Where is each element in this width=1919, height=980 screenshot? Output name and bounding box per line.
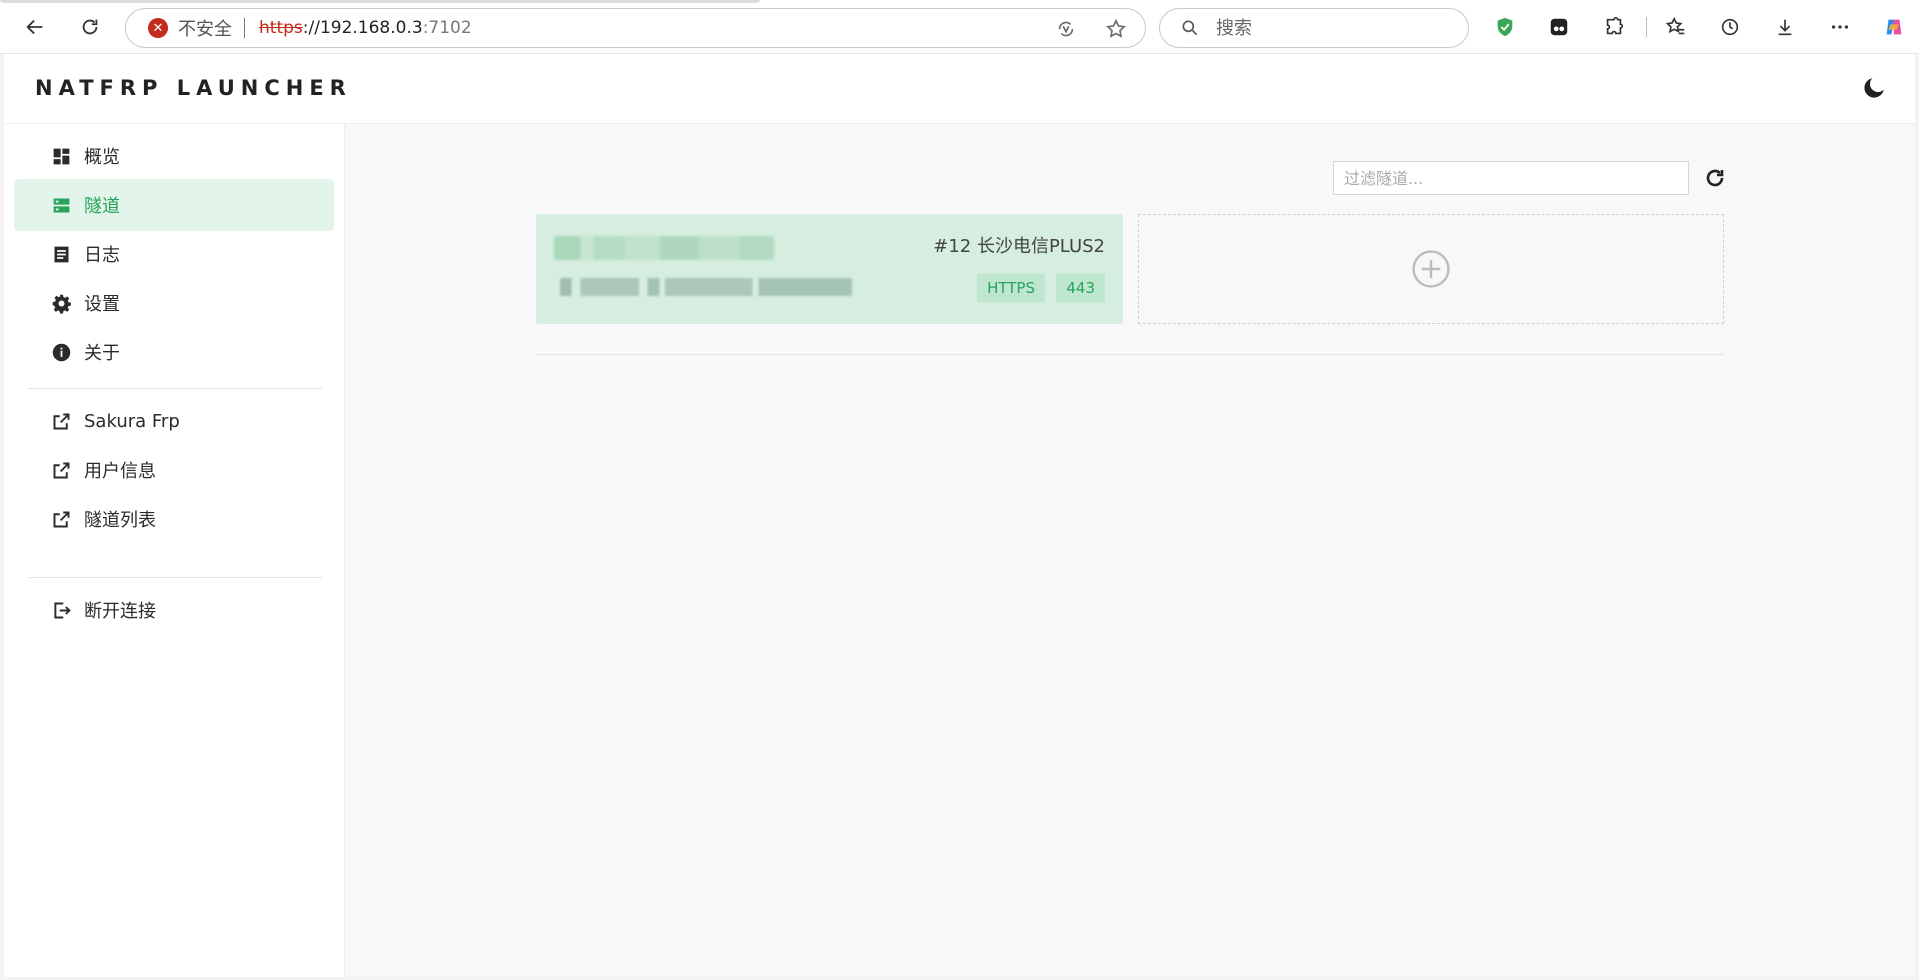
refresh-icon — [1706, 169, 1724, 187]
url-port: :7102 — [422, 18, 472, 38]
back-button[interactable] — [20, 12, 50, 42]
sidebar-item-tunnels[interactable]: 隧道 — [14, 179, 334, 231]
sidebar-link-user-info[interactable]: 用户信息 — [14, 444, 334, 496]
insecure-warning-icon: ✕ — [148, 18, 168, 38]
insecure-label[interactable]: 不安全 — [178, 15, 232, 41]
sidebar-link-tunnel-list[interactable]: 隧道列表 — [14, 493, 334, 545]
tunnel-type-badge: HTTPS — [977, 274, 1045, 302]
gear-icon — [50, 292, 72, 314]
address-bar[interactable]: ✕ 不安全 https://192.168.0.3:7102 — [125, 8, 1146, 48]
url-protocol: https — [259, 18, 303, 38]
sidebar-item-logs[interactable]: 日志 — [14, 228, 334, 280]
tunnel-name-redacted — [554, 236, 774, 260]
sidebar-divider — [28, 388, 322, 389]
tunnel-card[interactable]: #12 长沙电信PLUS2 HTTPS 443 — [536, 214, 1123, 324]
moon-icon — [1864, 78, 1884, 98]
sidebar-link-label: 隧道列表 — [84, 510, 156, 531]
sidebar-item-label: 日志 — [84, 245, 120, 266]
tab-strip — [0, 0, 760, 3]
browser-search-box[interactable] — [1159, 8, 1469, 48]
favorite-star-icon[interactable] — [1105, 18, 1127, 40]
toolbar-separator — [1646, 17, 1647, 37]
theme-toggle-button[interactable] — [1861, 75, 1889, 103]
app-header: NATFRP LAUNCHER — [4, 54, 1915, 124]
server-icon — [50, 194, 72, 216]
sidebar-item-settings[interactable]: 设置 — [14, 277, 334, 329]
sidebar-divider — [28, 577, 322, 578]
main-content: #12 长沙电信PLUS2 HTTPS 443 — [345, 124, 1915, 977]
url-text[interactable]: https://192.168.0.3:7102 — [259, 18, 472, 38]
downloads-icon[interactable] — [1771, 13, 1799, 41]
sidebar: 概览 隧道 日志 设置 关于 Sakura Frp 用户信息 隧道列表 断开连接 — [4, 124, 345, 977]
sidebar-link-label: 用户信息 — [84, 461, 156, 482]
sidebar-item-label: 概览 — [84, 147, 120, 168]
reload-button[interactable] — [75, 12, 105, 42]
favorites-icon[interactable] — [1662, 13, 1690, 41]
sidebar-item-disconnect[interactable]: 断开连接 — [14, 584, 334, 636]
external-link-icon — [50, 459, 72, 481]
sidebar-item-label: 关于 — [84, 343, 120, 364]
add-circle-icon — [1412, 250, 1450, 288]
tunnel-list-divider — [536, 354, 1724, 355]
history-icon[interactable] — [1716, 13, 1744, 41]
shield-extension-icon[interactable] — [1491, 13, 1519, 41]
back-arrow-icon — [26, 19, 43, 35]
tunnel-filter-input[interactable] — [1333, 161, 1689, 195]
sidebar-item-overview[interactable]: 概览 — [14, 130, 334, 182]
sidebar-item-label: 隧道 — [84, 196, 120, 217]
copilot-icon[interactable] — [1880, 13, 1908, 41]
search-icon — [1182, 20, 1198, 36]
app-window: NATFRP LAUNCHER 概览 隧道 日志 设置 关于 Sakura Fr… — [4, 54, 1915, 977]
tunnel-node: #12 长沙电信PLUS2 — [933, 236, 1105, 257]
translate-icon[interactable] — [1055, 18, 1077, 40]
sidebar-link-sakura-frp[interactable]: Sakura Frp — [14, 395, 334, 447]
sidebar-item-label: 断开连接 — [84, 601, 156, 622]
document-icon — [50, 243, 72, 265]
browser-search-input[interactable] — [1216, 17, 1436, 39]
tunnel-address-redacted — [560, 278, 852, 296]
external-link-icon — [50, 410, 72, 432]
address-separator — [244, 18, 245, 38]
sidebar-item-about[interactable]: 关于 — [14, 326, 334, 378]
tunnel-port-badge: 443 — [1056, 274, 1105, 302]
more-menu-icon[interactable] — [1826, 13, 1854, 41]
app-title: NATFRP LAUNCHER — [35, 76, 352, 100]
dashboard-icon — [50, 145, 72, 167]
tampermonkey-extension-icon[interactable] — [1545, 13, 1573, 41]
sidebar-link-label: Sakura Frp — [84, 410, 180, 432]
add-tunnel-button[interactable] — [1138, 214, 1724, 324]
refresh-button[interactable] — [1700, 163, 1730, 193]
sidebar-item-label: 设置 — [84, 294, 120, 315]
browser-toolbar: ✕ 不安全 https://192.168.0.3:7102 — [0, 0, 1919, 54]
url-host: ://192.168.0.3 — [302, 18, 423, 38]
logout-icon — [50, 599, 72, 621]
info-icon — [50, 341, 72, 363]
external-link-icon — [50, 508, 72, 530]
extensions-puzzle-icon[interactable] — [1600, 13, 1628, 41]
reload-icon — [82, 19, 98, 35]
